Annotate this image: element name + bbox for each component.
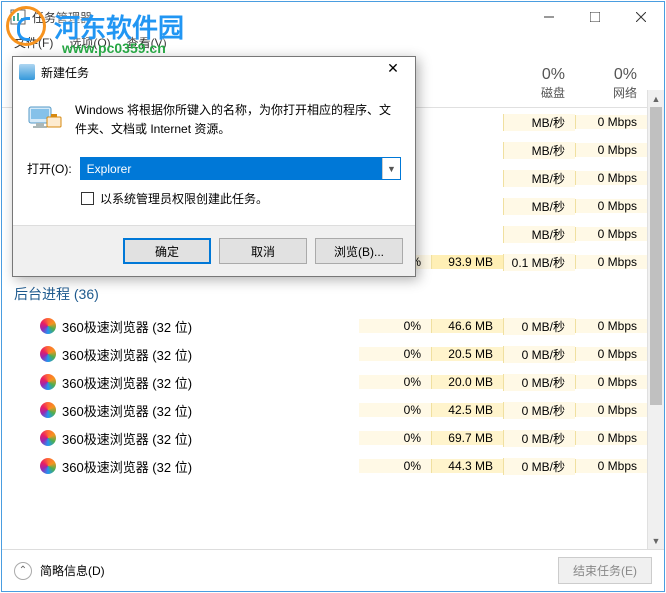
- process-name: 360极速浏览器 (32 位): [62, 457, 192, 476]
- vertical-scrollbar[interactable]: ▲ ▼: [647, 90, 664, 549]
- admin-checkbox[interactable]: [81, 192, 94, 205]
- open-combobox[interactable]: ▼: [80, 157, 401, 180]
- table-row[interactable]: 360极速浏览器 (32 位) 0% 46.6 MB 0 MB/秒 0 Mbps: [2, 312, 664, 340]
- run-icon: [27, 101, 63, 133]
- process-name: 360极速浏览器 (32 位): [62, 401, 192, 420]
- minimize-button[interactable]: [526, 2, 572, 32]
- menu-view[interactable]: 查看(V): [119, 32, 175, 52]
- scroll-up-icon[interactable]: ▲: [648, 90, 664, 107]
- app-icon: [40, 458, 56, 474]
- app-icon: [40, 430, 56, 446]
- table-row[interactable]: 360极速浏览器 (32 位) 0% 20.5 MB 0 MB/秒 0 Mbps: [2, 340, 664, 368]
- app-icon: [10, 9, 26, 25]
- browse-button[interactable]: 浏览(B)...: [315, 238, 403, 264]
- end-task-button[interactable]: 结束任务(E): [558, 557, 652, 584]
- process-name: 360极速浏览器 (32 位): [62, 373, 192, 392]
- table-row[interactable]: 360极速浏览器 (32 位) 0% 44.3 MB 0 MB/秒 0 Mbps: [2, 452, 664, 480]
- dialog-icon: [19, 64, 35, 80]
- app-icon: [40, 346, 56, 362]
- dialog-title: 新建任务: [41, 64, 377, 81]
- table-row[interactable]: 360极速浏览器 (32 位) 0% 69.7 MB 0 MB/秒 0 Mbps: [2, 424, 664, 452]
- bg-section-header: 后台进程 (36): [2, 276, 664, 312]
- app-icon: [40, 318, 56, 334]
- scroll-thumb[interactable]: [650, 107, 662, 405]
- menu-file[interactable]: 文件(F): [6, 32, 61, 52]
- net-header[interactable]: 0% 网络: [575, 52, 647, 107]
- app-icon: [40, 374, 56, 390]
- table-row[interactable]: 360极速浏览器 (32 位) 0% 20.0 MB 0 MB/秒 0 Mbps: [2, 368, 664, 396]
- open-input[interactable]: [81, 158, 382, 179]
- dialog-description: Windows 将根据你所键入的名称，为你打开相应的程序、文件夹、文档或 Int…: [75, 101, 401, 139]
- close-button[interactable]: [618, 2, 664, 32]
- app-icon: [40, 402, 56, 418]
- new-task-dialog: 新建任务 ✕ Windows 将根据你所键入的名称，为你打开相应的程序、文件夹、…: [12, 56, 416, 277]
- collapse-icon[interactable]: ⌃: [14, 562, 32, 580]
- details-toggle[interactable]: 简略信息(D): [40, 562, 550, 579]
- bottom-bar: ⌃ 简略信息(D) 结束任务(E): [2, 549, 664, 591]
- cancel-button[interactable]: 取消: [219, 238, 307, 264]
- maximize-button[interactable]: [572, 2, 618, 32]
- dialog-title-bar: 新建任务 ✕: [13, 57, 415, 87]
- process-name: 360极速浏览器 (32 位): [62, 345, 192, 364]
- title-bar: 任务管理器: [2, 2, 664, 32]
- window-title: 任务管理器: [32, 9, 526, 26]
- scroll-down-icon[interactable]: ▼: [648, 532, 664, 549]
- dropdown-icon[interactable]: ▼: [382, 158, 400, 179]
- table-row[interactable]: 360极速浏览器 (32 位) 0% 42.5 MB 0 MB/秒 0 Mbps: [2, 396, 664, 424]
- admin-checkbox-label: 以系统管理员权限创建此任务。: [100, 190, 268, 207]
- process-name: 360极速浏览器 (32 位): [62, 429, 192, 448]
- menu-bar: 文件(F) 选项(O) 查看(V): [2, 32, 664, 52]
- disk-header[interactable]: 0% 磁盘: [503, 52, 575, 107]
- menu-options[interactable]: 选项(O): [61, 32, 118, 52]
- ok-button[interactable]: 确定: [123, 238, 211, 264]
- dialog-close-button[interactable]: ✕: [377, 60, 409, 84]
- open-label: 打开(O):: [27, 160, 72, 177]
- process-name: 360极速浏览器 (32 位): [62, 317, 192, 336]
